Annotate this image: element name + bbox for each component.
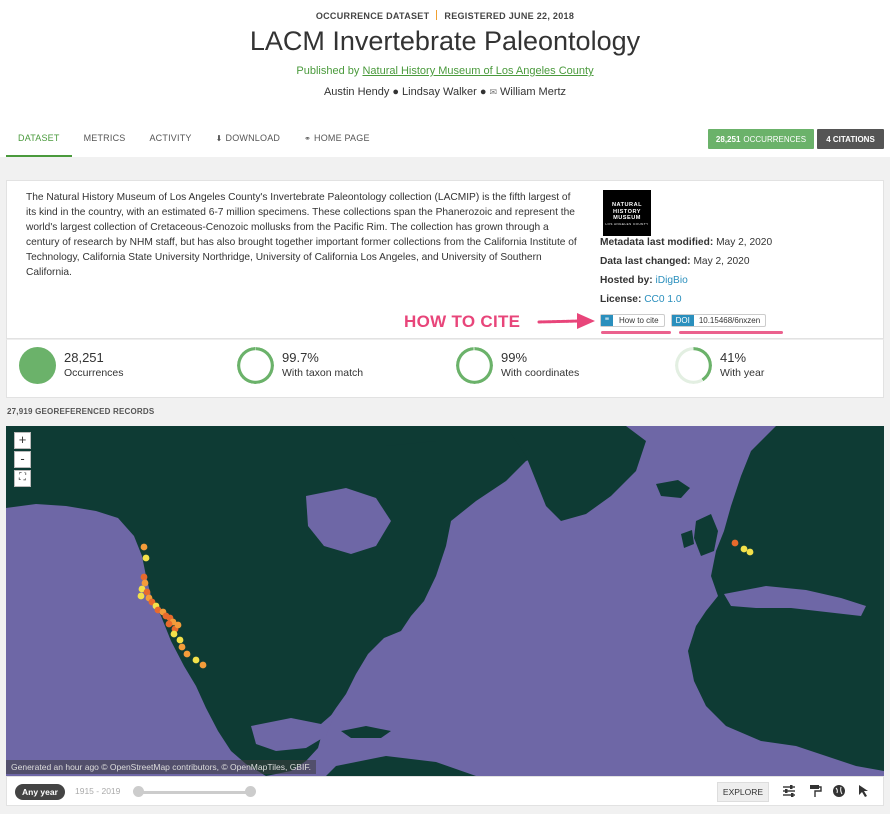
filter-sliders-icon[interactable]	[781, 784, 797, 800]
license: License: CC0 1.0	[600, 294, 682, 305]
tab-activity[interactable]: ACTIVITY	[137, 128, 203, 157]
year-slider-end-handle[interactable]	[245, 786, 256, 797]
dataset-eyebrow: OCCURRENCE DATASET REGISTERED JUNE 22, 20…	[0, 10, 890, 21]
stat-year[interactable]: 41% With year	[675, 347, 764, 384]
mail-icon[interactable]: ✉	[490, 87, 498, 97]
citations-button[interactable]: 4 CITATIONS	[817, 129, 884, 149]
author-name[interactable]: Austin Hendy	[324, 86, 389, 98]
stat-progress-ring	[675, 347, 712, 384]
occurrence-map[interactable]: + - ⛶ Generated an hour ago © OpenStreet…	[6, 426, 884, 776]
map-toolbar: Any year 1915 - 2019 EXPLORE	[6, 776, 884, 806]
separator-dot: ●	[392, 86, 400, 98]
doi-tag: DOI	[671, 315, 694, 326]
registered-date: REGISTERED JUNE 22, 2018	[444, 11, 575, 21]
year-slider-track[interactable]	[137, 791, 252, 794]
link-icon: ⚭	[304, 134, 312, 143]
explore-button[interactable]: EXPLORE	[717, 782, 769, 802]
dataset-type: OCCURRENCE DATASET	[315, 11, 430, 21]
tab-home-page[interactable]: ⚭ HOME PAGE	[292, 128, 382, 157]
separator-dot: ●	[479, 86, 487, 98]
how-to-cite-button[interactable]: " How to cite	[600, 314, 665, 327]
dataset-tabs: DATASET METRICS ACTIVITY ⬇ DOWNLOAD ⚭ HOME…	[6, 128, 382, 157]
occurrences-button[interactable]: 28,251 OCCURRENCES	[708, 129, 814, 149]
author-name[interactable]: William Mertz	[500, 86, 566, 98]
annotation-arrow-icon	[537, 313, 595, 329]
cite-row: " How to cite DOI 10.15468/6nxzen	[600, 314, 767, 327]
publisher-line: Published by Natural History Museum of L…	[0, 65, 890, 77]
stat-coordinates[interactable]: 99% With coordinates	[456, 347, 579, 384]
how-to-cite-annotation: HOW TO CITE	[404, 312, 521, 331]
description-card: The Natural History Museum of Los Angele…	[6, 180, 884, 339]
globe-icon[interactable]	[831, 784, 847, 800]
author-name[interactable]: Lindsay Walker	[402, 86, 477, 98]
occurrences-count: 28,251	[715, 134, 741, 144]
stat-progress-ring	[456, 347, 493, 384]
download-icon: ⬇	[215, 134, 223, 143]
fullscreen-icon[interactable]: ⛶	[14, 470, 31, 487]
any-year-button[interactable]: Any year	[15, 784, 65, 800]
map-attribution: Generated an hour ago © OpenStreetMap co…	[6, 760, 316, 774]
metadata-modified: Metadata last modified: May 2, 2020	[600, 237, 773, 248]
year-slider-start-handle[interactable]	[133, 786, 144, 797]
georeferenced-count: 27,919 GEOREFERENCED RECORDS	[7, 407, 155, 416]
tab-download[interactable]: ⬇ DOWNLOAD	[204, 128, 293, 157]
metrics-summary: 28,251 Occurrences 99.7% With taxon match …	[6, 339, 884, 398]
hosted-by: Hosted by: iDigBio	[600, 275, 688, 286]
zoom-in-button[interactable]: +	[14, 432, 31, 449]
annotation-underline	[601, 331, 671, 334]
museum-logo: NATURAL HISTORY MUSEUM LOS ANGELES COUNT…	[603, 190, 651, 236]
tab-metrics[interactable]: METRICS	[72, 128, 138, 157]
doi-value: 10.15468/6nxzen	[698, 316, 761, 325]
dataset-description: The Natural History Museum of Los Angele…	[26, 192, 577, 278]
page-title: LACM Invertebrate Paleontology	[249, 26, 641, 56]
stat-taxon-match[interactable]: 99.7% With taxon match	[237, 347, 363, 384]
doi-badge[interactable]: DOI 10.15468/6nxzen	[670, 314, 767, 327]
cursor-select-icon[interactable]	[856, 784, 872, 800]
authors-line: Austin Hendy ● Lindsay Walker ● ✉ William Mer…	[0, 86, 890, 98]
year-range-label: 1915 - 2019	[75, 786, 121, 796]
stat-progress-ring	[237, 347, 274, 384]
hosted-by-link[interactable]: iDigBio	[655, 275, 687, 286]
dataset-header: OCCURRENCE DATASET REGISTERED JUNE 22, 20…	[0, 0, 890, 157]
data-changed: Data last changed: May 2, 2020	[600, 256, 750, 267]
published-by-label: Published by	[296, 65, 360, 77]
map-canvas	[6, 426, 884, 776]
tab-dataset[interactable]: DATASET	[6, 128, 72, 157]
occurrences-label: OCCURRENCES	[743, 134, 807, 144]
zoom-out-button[interactable]: -	[14, 451, 31, 468]
stat-progress-ring	[19, 347, 56, 384]
annotation-underline	[679, 331, 783, 334]
paint-roller-icon[interactable]	[807, 784, 823, 800]
stat-occurrences[interactable]: 28,251 Occurrences	[19, 347, 124, 384]
publisher-link[interactable]: Natural History Museum of Los Angeles Co…	[362, 65, 593, 77]
quote-icon: "	[601, 315, 613, 326]
license-link[interactable]: CC0 1.0	[644, 294, 681, 305]
